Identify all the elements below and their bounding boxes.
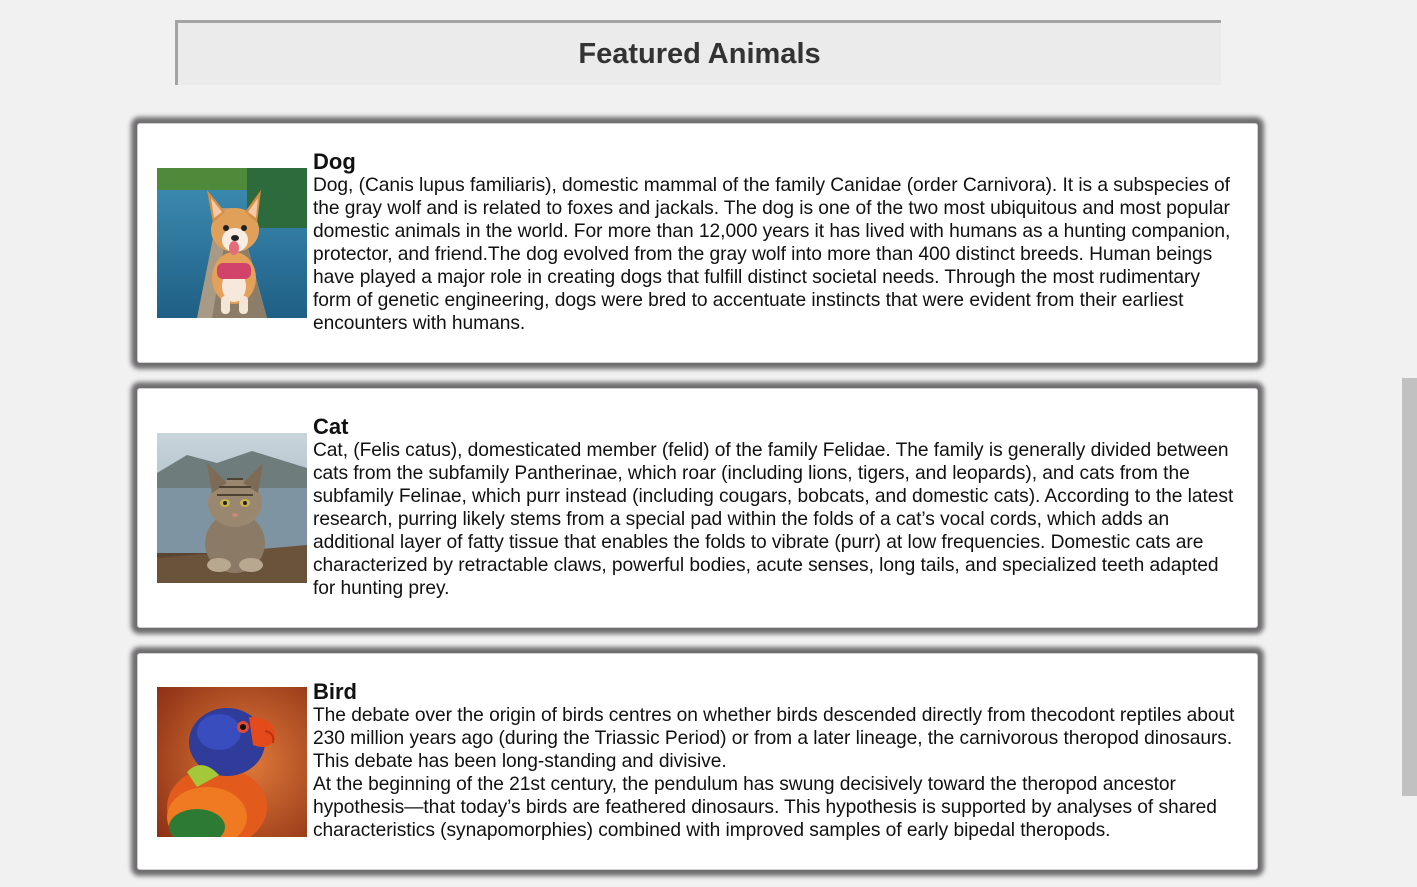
vertical-scrollbar[interactable] <box>1400 0 1417 887</box>
animal-card-bird: Bird The debate over the origin of birds… <box>137 653 1258 870</box>
bird-photo-icon <box>157 687 307 837</box>
featured-header: Featured Animals <box>175 20 1221 85</box>
animal-title: Cat <box>313 414 349 439</box>
page: Featured Animals Dog Dog, (Canis lupus f… <box>0 0 1417 887</box>
animal-card-dog: Dog Dog, (Canis lupus familiaris), domes… <box>137 123 1258 363</box>
animal-description: At the beginning of the 21st century, th… <box>313 774 1217 841</box>
dog-photo-icon <box>157 168 307 318</box>
animal-card-cat: Cat Cat, (Felis catus), domesticated mem… <box>137 388 1258 628</box>
page-title: Featured Animals <box>578 37 821 70</box>
animal-description: Dog, (Canis lupus familiaris), domestic … <box>313 175 1231 334</box>
animal-card-body: Dog Dog, (Canis lupus familiaris), domes… <box>313 150 1243 335</box>
scrollbar-thumb[interactable] <box>1402 378 1417 796</box>
animal-card-body: Bird The debate over the origin of birds… <box>313 680 1243 842</box>
animal-title: Dog <box>313 149 356 174</box>
animal-card-body: Cat Cat, (Felis catus), domesticated mem… <box>313 415 1243 600</box>
animal-description: Cat, (Felis catus), domesticated member … <box>313 440 1234 599</box>
animal-title: Bird <box>313 679 357 704</box>
cat-photo-icon <box>157 433 307 583</box>
animal-description: The debate over the origin of birds cent… <box>313 705 1235 772</box>
